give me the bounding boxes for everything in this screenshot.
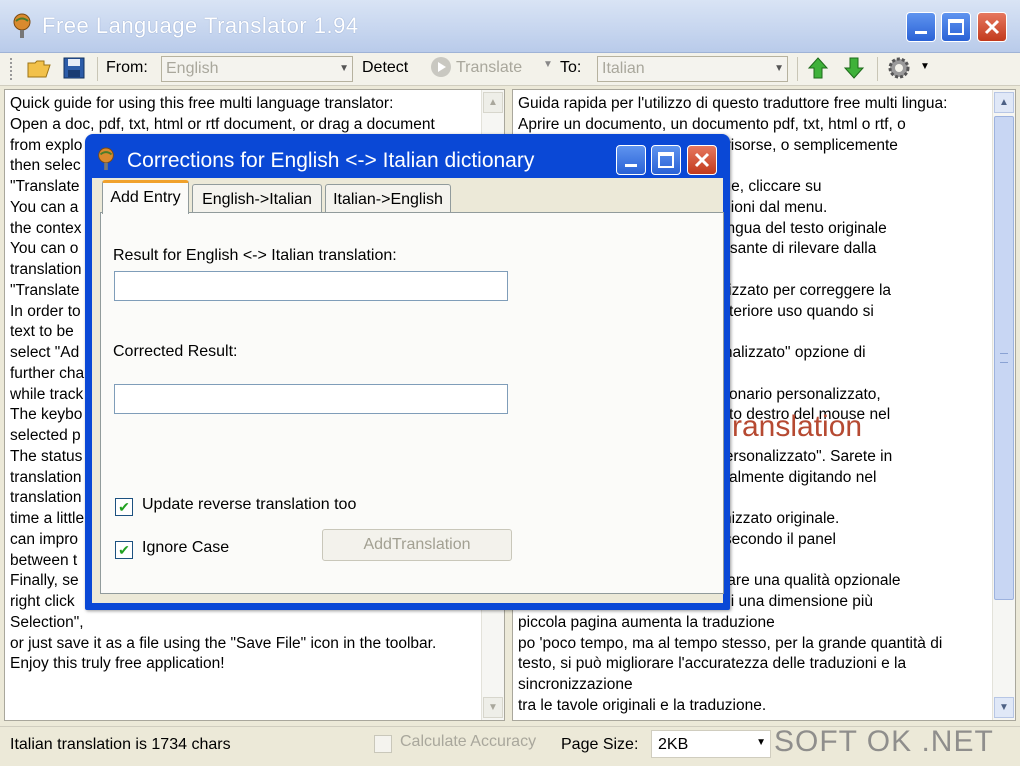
- minimize-button[interactable]: [906, 12, 936, 42]
- settings-dropdown-arrow[interactable]: ▼: [920, 61, 930, 72]
- toolbar-separator: [97, 57, 98, 81]
- close-icon: [984, 19, 1000, 35]
- to-language-select[interactable]: Italian ▼: [597, 56, 788, 82]
- tab-italian-english[interactable]: Italian->English: [325, 184, 451, 214]
- translation-scrollbar[interactable]: ▲ ▼: [992, 90, 1015, 720]
- chevron-down-icon: ▼: [756, 737, 766, 748]
- update-reverse-label: Update reverse translation too: [142, 496, 357, 513]
- dialog-close-button[interactable]: [687, 145, 717, 175]
- maximize-button[interactable]: [941, 12, 971, 42]
- ignore-case-label: Ignore Case: [142, 539, 230, 556]
- dialog-title: Corrections for English <-> Italian dict…: [127, 149, 535, 172]
- save-file-icon[interactable]: [63, 57, 85, 79]
- status-bar: Italian translation is 1734 chars Calcul…: [0, 725, 1020, 766]
- dialog-minimize-button[interactable]: [616, 145, 646, 175]
- scroll-down-button[interactable]: ▼: [483, 697, 503, 718]
- add-translation-button[interactable]: AddTranslation: [322, 529, 512, 561]
- toolbar: From: English ▼ Detect Translate ▼ To: I…: [0, 53, 1020, 86]
- scroll-up-button[interactable]: ▲: [994, 92, 1014, 113]
- arrow-down-icon[interactable]: [843, 56, 865, 80]
- calculate-accuracy-label: Calculate Accuracy: [400, 733, 537, 750]
- translate-play-icon: [431, 57, 451, 77]
- close-button[interactable]: [977, 12, 1007, 42]
- toolbar-separator: [797, 57, 798, 81]
- status-info: Italian translation is 1734 chars: [10, 736, 231, 753]
- corrected-result-label: Corrected Result:: [113, 343, 238, 360]
- app-title: Free Language Translator 1.94: [42, 13, 359, 38]
- page-size-select[interactable]: 2KB ▼: [651, 730, 771, 758]
- open-folder-icon[interactable]: [26, 56, 52, 80]
- to-label: To:: [560, 59, 582, 76]
- arrow-up-icon[interactable]: [807, 56, 829, 80]
- update-reverse-checkbox[interactable]: ✔: [115, 498, 133, 516]
- page-size-label: Page Size:: [561, 736, 639, 753]
- chevron-down-icon: ▼: [339, 63, 349, 74]
- corrected-result-input[interactable]: [114, 384, 508, 414]
- toolbar-grip[interactable]: [10, 58, 15, 80]
- scroll-down-button[interactable]: ▼: [994, 697, 1014, 718]
- background-overlay-text: ranslation: [732, 410, 863, 443]
- scroll-up-button[interactable]: ▲: [483, 92, 503, 113]
- toolbar-separator: [877, 57, 878, 81]
- gear-icon[interactable]: [887, 56, 911, 80]
- app-globe-icon: [13, 13, 31, 38]
- corrections-dialog: Corrections for English <-> Italian dict…: [85, 134, 730, 610]
- grip-icon: [1000, 353, 1008, 363]
- dialog-maximize-button[interactable]: [651, 145, 681, 175]
- main-title-bar[interactable]: Free Language Translator 1.94: [0, 0, 1020, 53]
- result-input[interactable]: [114, 271, 508, 301]
- result-label: Result for English <-> Italian translati…: [113, 247, 397, 264]
- scroll-thumb[interactable]: [994, 116, 1014, 600]
- from-label: From:: [106, 59, 148, 76]
- ignore-case-checkbox[interactable]: ✔: [115, 541, 133, 559]
- chevron-down-icon: ▼: [774, 63, 784, 74]
- tab-add-entry[interactable]: Add Entry: [102, 180, 189, 214]
- from-language-select[interactable]: English ▼: [161, 56, 353, 82]
- to-language-value: Italian: [602, 60, 645, 77]
- close-icon: [694, 152, 710, 168]
- translate-dropdown-arrow[interactable]: ▼: [543, 59, 553, 70]
- tab-panel-add-entry: Result for English <-> Italian translati…: [100, 212, 724, 594]
- app-globe-icon: [98, 147, 114, 170]
- from-language-value: English: [166, 60, 219, 77]
- dialog-body: Add Entry English->Italian Italian->Engl…: [92, 178, 724, 603]
- detect-button[interactable]: Detect: [362, 59, 408, 77]
- tab-english-italian[interactable]: English->Italian: [192, 184, 322, 214]
- watermark-logo: SOFT OK .NET: [774, 725, 994, 758]
- translate-button[interactable]: Translate: [456, 59, 522, 77]
- page-size-value: 2KB: [658, 736, 689, 753]
- calculate-accuracy-checkbox[interactable]: [374, 735, 392, 753]
